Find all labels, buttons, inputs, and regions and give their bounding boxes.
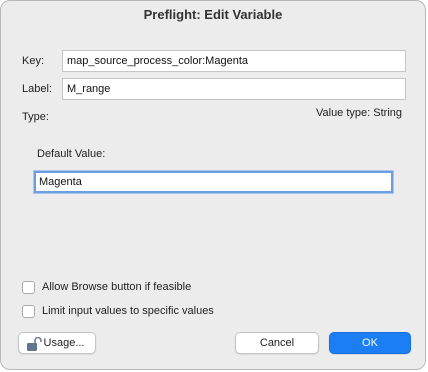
limit-values-label[interactable]: Limit input values to specific values	[42, 305, 214, 317]
label-field[interactable]: M_range	[62, 78, 406, 100]
key-field[interactable]: map_source_process_color:Magenta	[62, 50, 406, 72]
type-label: Type:	[22, 111, 49, 123]
cancel-button[interactable]: Cancel	[235, 332, 319, 354]
limit-values-checkbox[interactable]	[22, 305, 35, 318]
default-value-label: Default Value:	[37, 148, 106, 160]
dialog-title: Preflight: Edit Variable	[143, 7, 283, 22]
value-type-text: Value type: String	[315, 107, 402, 119]
allow-browse-checkbox[interactable]	[22, 281, 35, 294]
unlocked-padlock-icon	[27, 337, 42, 351]
default-value-field[interactable]: Magenta	[34, 171, 393, 193]
ok-button[interactable]: OK	[329, 332, 411, 354]
key-label: Key:	[22, 55, 45, 67]
allow-browse-label[interactable]: Allow Browse button if feasible	[42, 281, 191, 293]
edit-variable-dialog: Preflight: Edit Variable Key: map_source…	[0, 0, 426, 370]
usage-button[interactable]: Usage...	[18, 332, 96, 354]
label-label: Label:	[22, 83, 52, 95]
